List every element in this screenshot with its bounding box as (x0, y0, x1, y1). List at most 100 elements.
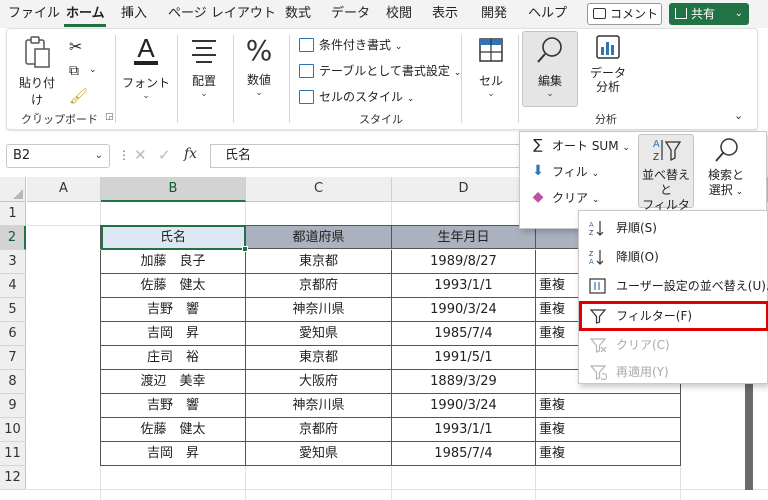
find-select-button[interactable]: 検索と 選択 ⌄ (698, 136, 754, 200)
filter-item[interactable]: フィルター(F) (579, 301, 768, 331)
cell-c5[interactable]: 神奈川県 (246, 298, 392, 322)
collapse-ribbon-icon[interactable]: ⌄ (734, 109, 743, 122)
cell-d9[interactable]: 1990/3/24 (392, 394, 536, 418)
custom-sort-label: ユーザー設定の並べ替え(U)... (616, 279, 768, 293)
cell-b8[interactable]: 渡辺 美幸 (100, 370, 246, 394)
cell-c10[interactable]: 京都府 (246, 418, 392, 442)
svg-text:A: A (653, 139, 660, 150)
column-header-b[interactable]: B (101, 177, 246, 202)
cell-b4[interactable]: 佐藤 健太 (100, 274, 246, 298)
fill-button[interactable]: ⬇ フィル ⌄ (530, 162, 599, 182)
row-header-1[interactable]: 1 (0, 202, 26, 226)
autosum-button[interactable]: ∑ オート SUM ⌄ (530, 136, 630, 156)
tab-review[interactable]: 校閲 (386, 4, 412, 24)
cell-styles-icon (299, 90, 314, 104)
dialog-launcher-icon[interactable]: ◲ (105, 112, 114, 122)
row-header-5[interactable]: 5 (0, 298, 26, 322)
cut-icon[interactable]: ✂ (69, 37, 82, 56)
number-button[interactable]: % 数値 ⌄ (237, 33, 281, 98)
tab-view[interactable]: 表示 (432, 4, 458, 24)
cell-d5[interactable]: 1990/3/24 (392, 298, 536, 322)
cell-c6[interactable]: 愛知県 (246, 322, 392, 346)
cell-c2[interactable]: 都道府県 (246, 225, 392, 249)
share-button[interactable]: 共有 ⌄ (669, 3, 749, 25)
paste-button[interactable]: 貼り付け ⌄ (15, 35, 59, 118)
tab-page-layout[interactable]: ページ レイアウト (168, 4, 276, 24)
vertical-scrollbar[interactable] (745, 380, 753, 490)
row-header-12[interactable]: 12 (0, 466, 26, 490)
column-header-a[interactable]: A (27, 177, 101, 202)
cell-d11[interactable]: 1985/7/4 (392, 442, 536, 466)
cell-b3[interactable]: 加藤 良子 (100, 250, 246, 274)
cell-b9[interactable]: 吉野 響 (100, 394, 246, 418)
row-header-10[interactable]: 10 (0, 418, 26, 442)
tab-formulas[interactable]: 数式 (285, 4, 311, 24)
cell-b10[interactable]: 佐藤 健太 (100, 418, 246, 442)
chevron-down-icon: ⌄ (200, 89, 208, 99)
cell-d3[interactable]: 1989/8/27 (392, 250, 536, 274)
row-header-6[interactable]: 6 (0, 322, 26, 346)
column-header-c[interactable]: C (246, 177, 392, 202)
editing-button-content[interactable]: 編集 ⌄ (522, 35, 578, 99)
tab-help[interactable]: ヘルプ (528, 4, 567, 24)
cell-e10[interactable]: 重複 (536, 418, 681, 442)
font-button[interactable]: A フォント ⌄ (120, 33, 172, 101)
custom-sort-item[interactable]: ユーザー設定の並べ替え(U)... (579, 271, 768, 301)
select-all-button[interactable] (0, 177, 26, 202)
cell-b11[interactable]: 吉岡 昇 (100, 442, 246, 466)
name-box[interactable]: B2 ⌄ (6, 144, 110, 168)
cell-e9[interactable]: 重複 (536, 394, 681, 418)
tab-insert[interactable]: 挿入 (121, 4, 147, 24)
cell-c4[interactable]: 京都府 (246, 274, 392, 298)
chevron-down-icon[interactable]: ⌄ (89, 65, 97, 75)
row-header-3[interactable]: 3 (0, 250, 26, 274)
cell-b7[interactable]: 庄司 裕 (100, 346, 246, 370)
analyze-data-button[interactable]: データ 分析 (585, 33, 631, 94)
tab-data[interactable]: データ (331, 4, 370, 24)
tab-developer[interactable]: 開発 (481, 4, 507, 24)
tab-home[interactable]: ホーム (66, 4, 105, 24)
row-header-2[interactable]: 2 (0, 226, 26, 250)
cell-b5[interactable]: 吉野 響 (100, 298, 246, 322)
cell-d10[interactable]: 1993/1/1 (392, 418, 536, 442)
row-header-8[interactable]: 8 (0, 370, 26, 394)
cell-e11[interactable]: 重複 (536, 442, 681, 466)
confirm-entry-icon[interactable]: ✓ (158, 146, 171, 164)
copy-icon[interactable]: ⧉ (69, 63, 79, 79)
alignment-icon (192, 40, 216, 63)
format-as-table-button[interactable]: テーブルとして書式設定 ⌄ (299, 61, 461, 81)
format-painter-icon[interactable]: 🖌 (69, 87, 88, 105)
insert-function-button[interactable]: fx (184, 146, 197, 162)
cell-d2[interactable]: 生年月日 (392, 225, 536, 249)
cell-c11[interactable]: 愛知県 (246, 442, 392, 466)
cell-c3[interactable]: 東京都 (246, 250, 392, 274)
cell-b2[interactable]: 氏名 (100, 225, 246, 249)
cell-d4[interactable]: 1993/1/1 (392, 274, 536, 298)
cell-d7[interactable]: 1991/5/1 (392, 346, 536, 370)
alignment-button[interactable]: 配置 ⌄ (182, 37, 226, 99)
cell-styles-button[interactable]: セルのスタイル ⌄ (299, 87, 414, 107)
cells-button[interactable]: セル ⌄ (469, 35, 513, 99)
cell-b6[interactable]: 吉岡 昇 (100, 322, 246, 346)
tab-file[interactable]: ファイル (8, 4, 60, 24)
comment-button[interactable]: コメント (587, 3, 662, 25)
chevron-down-icon: ⌄ (487, 89, 495, 99)
sort-descending-item[interactable]: Z A 降順(O) (579, 242, 768, 272)
cell-c8[interactable]: 大阪府 (246, 370, 392, 394)
svg-text:A: A (137, 33, 155, 63)
cell-c7[interactable]: 東京都 (246, 346, 392, 370)
cell-d6[interactable]: 1985/7/4 (392, 322, 536, 346)
clear-button[interactable]: ◆ クリア ⌄ (530, 188, 600, 208)
row-header-9[interactable]: 9 (0, 394, 26, 418)
column-header-d[interactable]: D (392, 177, 536, 202)
gridline (27, 489, 768, 490)
cell-c9[interactable]: 神奈川県 (246, 394, 392, 418)
sort-ascending-item[interactable]: A Z 昇順(S) (579, 213, 768, 243)
row-header-7[interactable]: 7 (0, 346, 26, 370)
chevron-down-icon: ⌄ (255, 88, 263, 98)
cancel-entry-icon[interactable]: ✕ (134, 146, 147, 164)
row-header-4[interactable]: 4 (0, 274, 26, 298)
row-header-11[interactable]: 11 (0, 442, 26, 466)
cell-d8[interactable]: 1889/3/29 (392, 370, 536, 394)
conditional-formatting-button[interactable]: 条件付き書式 ⌄ (299, 35, 402, 55)
